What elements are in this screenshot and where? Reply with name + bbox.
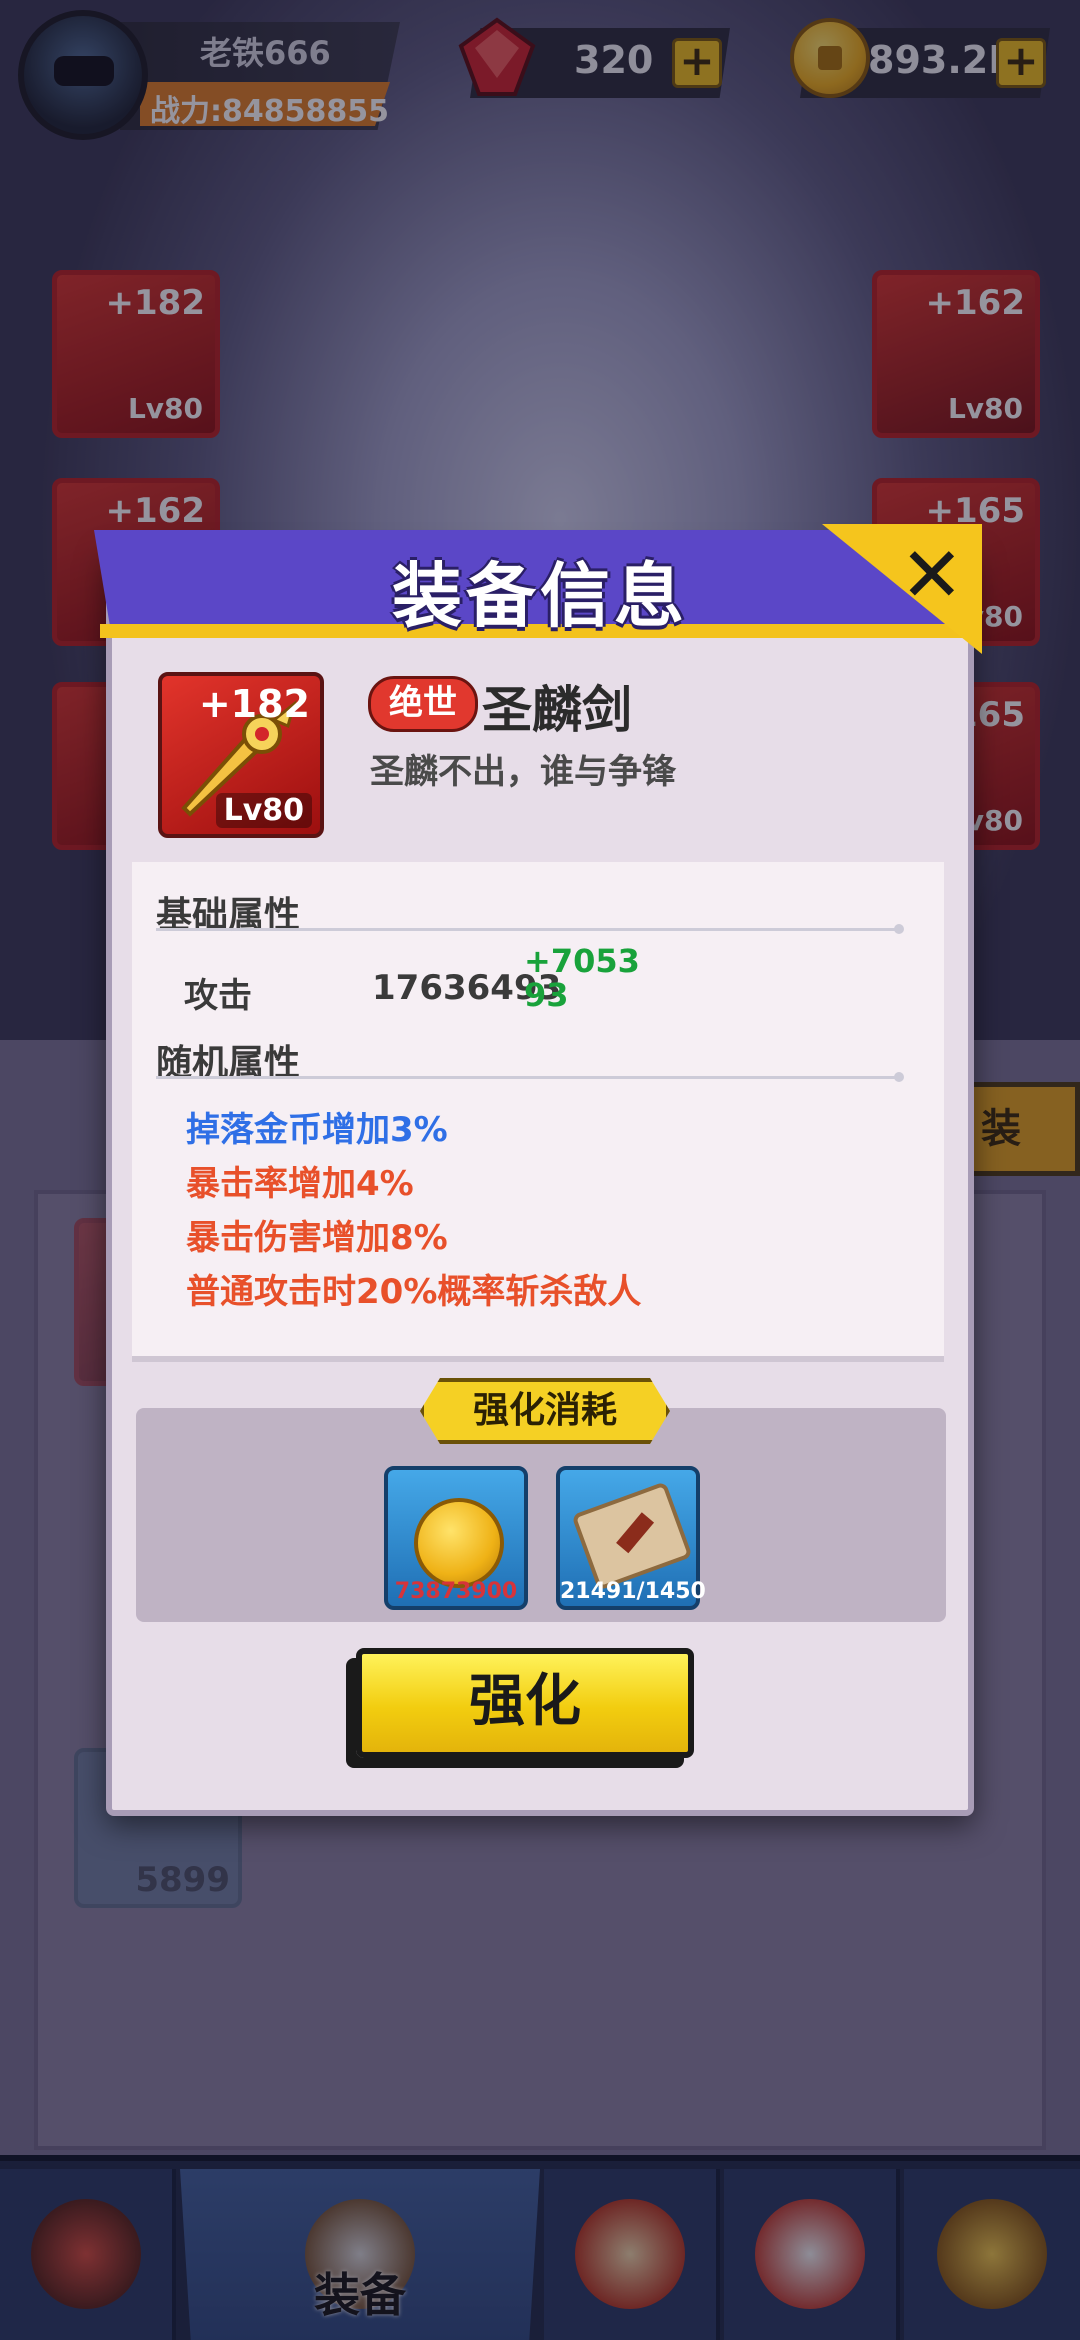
item-icon: +182 Lv80 — [158, 672, 324, 838]
attack-bonus: +705393 — [524, 942, 640, 1014]
item-description: 圣麟不出，谁与争锋 — [370, 752, 676, 792]
random-attr: 暴击率增加4% — [186, 1164, 414, 1204]
cost-item-gold[interactable]: 73873900 — [384, 1466, 528, 1610]
random-attr: 普通攻击时20%概率斩杀敌人 — [186, 1272, 642, 1312]
random-attr: 掉落金币增加3% — [186, 1110, 448, 1150]
random-attr: 暴击伤害增加8% — [186, 1218, 448, 1258]
divider — [156, 928, 900, 931]
divider-dot — [894, 1072, 904, 1082]
item-name: 圣麟剑 — [482, 681, 632, 739]
attack-label: 攻击 — [184, 976, 252, 1016]
cost-item-scroll[interactable]: 21491/1450 — [556, 1466, 706, 1610]
scroll-icon — [571, 1481, 693, 1591]
cost-title: 强化消耗 — [420, 1378, 670, 1444]
close-icon[interactable]: ✕ — [900, 530, 964, 619]
divider-dot — [894, 924, 904, 934]
scroll-cost: 21491/1450 — [560, 1579, 706, 1604]
coins-icon — [414, 1498, 504, 1588]
modal-title: 装备信息 — [392, 555, 688, 637]
item-level: Lv80 — [215, 793, 312, 828]
rarity-badge: 绝世 — [368, 676, 478, 732]
divider — [156, 1076, 900, 1079]
upgrade-button[interactable]: 强化 — [356, 1648, 694, 1758]
item-plus: +182 — [198, 682, 310, 726]
gold-cost: 73873900 — [394, 1579, 518, 1604]
